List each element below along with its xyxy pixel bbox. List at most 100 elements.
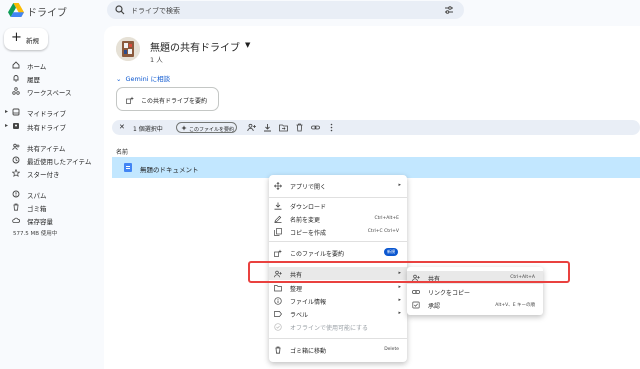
file-name: 無題のドキュメント bbox=[140, 166, 199, 174]
menu-item-file-info[interactable]: ファイル情報 ▸ bbox=[269, 294, 407, 307]
menu-item-open-with[interactable]: アプリで開く ▸ bbox=[269, 179, 407, 192]
menu-shortcut: Delete bbox=[384, 347, 399, 352]
menu-item-rename[interactable]: 名前を変更 Ctrl+Alt+E bbox=[269, 212, 407, 225]
submenu-item-approvals[interactable]: 承認 Alt+V、E キーの順 bbox=[407, 298, 543, 311]
summarize-icon bbox=[126, 96, 134, 104]
home-icon bbox=[12, 60, 20, 69]
sidebar-item-label: 共有アイテム bbox=[27, 145, 66, 153]
workspace-icon bbox=[12, 86, 20, 95]
submenu-arrow-icon: ▸ bbox=[398, 310, 401, 316]
folder-move-icon bbox=[274, 284, 282, 292]
gemini-toggle[interactable]: ⌄ Gemini に相談 bbox=[116, 73, 170, 83]
menu-shortcut: Ctrl+Alt+E bbox=[374, 216, 399, 221]
menu-item-move-to-trash[interactable]: ゴミ箱に移動 Delete bbox=[269, 343, 407, 356]
sidebar-item-storage[interactable]: 保存容量 bbox=[0, 214, 100, 226]
selection-count: 1 個選択中 bbox=[133, 126, 163, 133]
menu-item-label: アプリで開く bbox=[290, 184, 327, 191]
menu-item-label: 名前を変更 bbox=[290, 217, 321, 224]
summarize-file-button[interactable]: このファイルを要約 bbox=[176, 122, 237, 133]
menu-item-label: ラベル bbox=[290, 312, 309, 319]
link-icon bbox=[412, 288, 420, 296]
menu-item-share[interactable]: 共有 ▸ bbox=[269, 267, 407, 280]
link-icon[interactable] bbox=[311, 123, 320, 132]
submenu-item-copy-link[interactable]: リンクをコピー bbox=[407, 285, 543, 298]
summarize-file-label: このファイルを要約 bbox=[189, 126, 235, 133]
menu-item-label: ゴミ箱に移動 bbox=[290, 348, 327, 355]
submenu-arrow-icon: ▸ bbox=[398, 270, 401, 276]
download-icon bbox=[274, 202, 282, 210]
menu-item-organize[interactable]: 整理 ▸ bbox=[269, 281, 407, 294]
more-vert-icon[interactable] bbox=[327, 123, 336, 132]
share-person-icon[interactable] bbox=[247, 123, 256, 132]
menu-item-make-copy[interactable]: コピーを作成 Ctrl+C Ctrl+V bbox=[269, 225, 407, 238]
top-bar: ドライブ ドライブで検索 bbox=[0, 0, 640, 24]
trash-icon bbox=[12, 203, 20, 211]
menu-item-labels[interactable]: ラベル ▸ bbox=[269, 307, 407, 320]
person-add-icon bbox=[412, 274, 420, 282]
label-icon bbox=[274, 310, 282, 318]
summarize-icon bbox=[274, 249, 282, 257]
menu-item-label: リンクをコピー bbox=[428, 290, 471, 297]
copy-icon bbox=[274, 227, 282, 236]
new-button[interactable]: + 新規 bbox=[4, 28, 48, 50]
expand-arrow-icon[interactable]: ▸ bbox=[5, 108, 8, 115]
download-icon[interactable] bbox=[263, 123, 272, 132]
member-count[interactable]: 1 人 bbox=[150, 54, 163, 64]
sidebar-item-history[interactable]: 履歴 bbox=[0, 72, 100, 84]
person-add-icon bbox=[274, 270, 282, 278]
google-drive-logo[interactable] bbox=[8, 3, 24, 17]
menu-divider bbox=[269, 197, 407, 198]
menu-item-label: ファイル情報 bbox=[290, 299, 327, 306]
submenu-item-share[interactable]: 共有 Ctrl+Alt+A bbox=[407, 271, 543, 284]
menu-divider bbox=[269, 338, 407, 339]
gemini-label: Gemini に相談 bbox=[125, 75, 171, 83]
sidebar-item-label: 保存容量 bbox=[27, 218, 53, 226]
menu-shortcut: Alt+V、E キーの順 bbox=[495, 303, 535, 308]
share-submenu: 共有 Ctrl+Alt+A リンクをコピー 承認 Alt+V、E キーの順 bbox=[407, 267, 543, 315]
my-drive-icon bbox=[12, 108, 20, 116]
storage-usage: 577.5 MB 使用中 bbox=[13, 231, 58, 237]
sidebar-item-home[interactable]: ホーム bbox=[0, 59, 100, 71]
new-button-label: 新規 bbox=[26, 37, 39, 45]
move-icon[interactable] bbox=[279, 123, 288, 132]
edit-icon bbox=[274, 215, 282, 223]
sidebar-item-shared-with-me[interactable]: 共有アイテム bbox=[0, 141, 100, 153]
sidebar-item-label: ホーム bbox=[27, 63, 47, 71]
close-icon[interactable]: ✕ bbox=[119, 123, 125, 131]
column-header-name[interactable]: 名前 bbox=[116, 147, 128, 156]
sidebar-item-shared-drives[interactable]: ▸ 共有ドライブ bbox=[0, 120, 100, 132]
expand-arrow-icon[interactable]: ▸ bbox=[5, 122, 8, 129]
sidebar-item-label: 共有ドライブ bbox=[27, 124, 66, 132]
menu-item-download[interactable]: ダウンロード bbox=[269, 199, 407, 212]
menu-item-label: コピーを作成 bbox=[290, 230, 327, 237]
trash-icon[interactable] bbox=[295, 123, 304, 132]
trash-icon bbox=[274, 346, 282, 354]
sidebar-item-trash[interactable]: ゴミ箱 bbox=[0, 201, 100, 213]
google-docs-icon bbox=[124, 163, 132, 172]
sidebar-item-workspace[interactable]: ワークスペース bbox=[0, 85, 100, 97]
search-bar[interactable]: ドライブで検索 bbox=[107, 1, 464, 19]
sidebar-item-spam[interactable]: スパム bbox=[0, 188, 100, 200]
menu-shortcut: Ctrl+C Ctrl+V bbox=[367, 229, 399, 234]
search-input[interactable]: ドライブで検索 bbox=[131, 6, 180, 16]
sidebar-item-my-drive[interactable]: ▸ マイドライブ bbox=[0, 106, 100, 118]
shared-drive-icon bbox=[12, 122, 20, 130]
sidebar-item-label: 最近使用したアイテム bbox=[27, 158, 92, 166]
new-badge: 新規 bbox=[384, 248, 398, 256]
info-icon bbox=[274, 296, 282, 305]
summarize-drive-chip[interactable]: この共有ドライブを要約 bbox=[116, 87, 219, 111]
search-icon[interactable] bbox=[115, 5, 125, 15]
cloud-icon bbox=[12, 216, 20, 224]
sidebar-item-recent[interactable]: 最近使用したアイテム bbox=[0, 154, 100, 166]
selection-toolbar: ✕ 1 個選択中 このファイルを要約 bbox=[112, 120, 640, 135]
search-options-icon[interactable] bbox=[444, 5, 454, 15]
sidebar-item-starred[interactable]: スター付き bbox=[0, 167, 100, 179]
menu-item-label: 承認 bbox=[428, 303, 441, 310]
menu-divider bbox=[269, 262, 407, 263]
caret-down-icon[interactable]: ▼ bbox=[245, 41, 250, 49]
submenu-arrow-icon: ▸ bbox=[398, 284, 401, 290]
page-title[interactable]: 無題の共有ドライブ bbox=[150, 39, 240, 54]
sidebar-item-label: スター付き bbox=[27, 171, 60, 179]
menu-item-label: ダウンロード bbox=[290, 204, 327, 211]
menu-item-summarize-file[interactable]: このファイルを要約 新規 bbox=[269, 246, 407, 259]
